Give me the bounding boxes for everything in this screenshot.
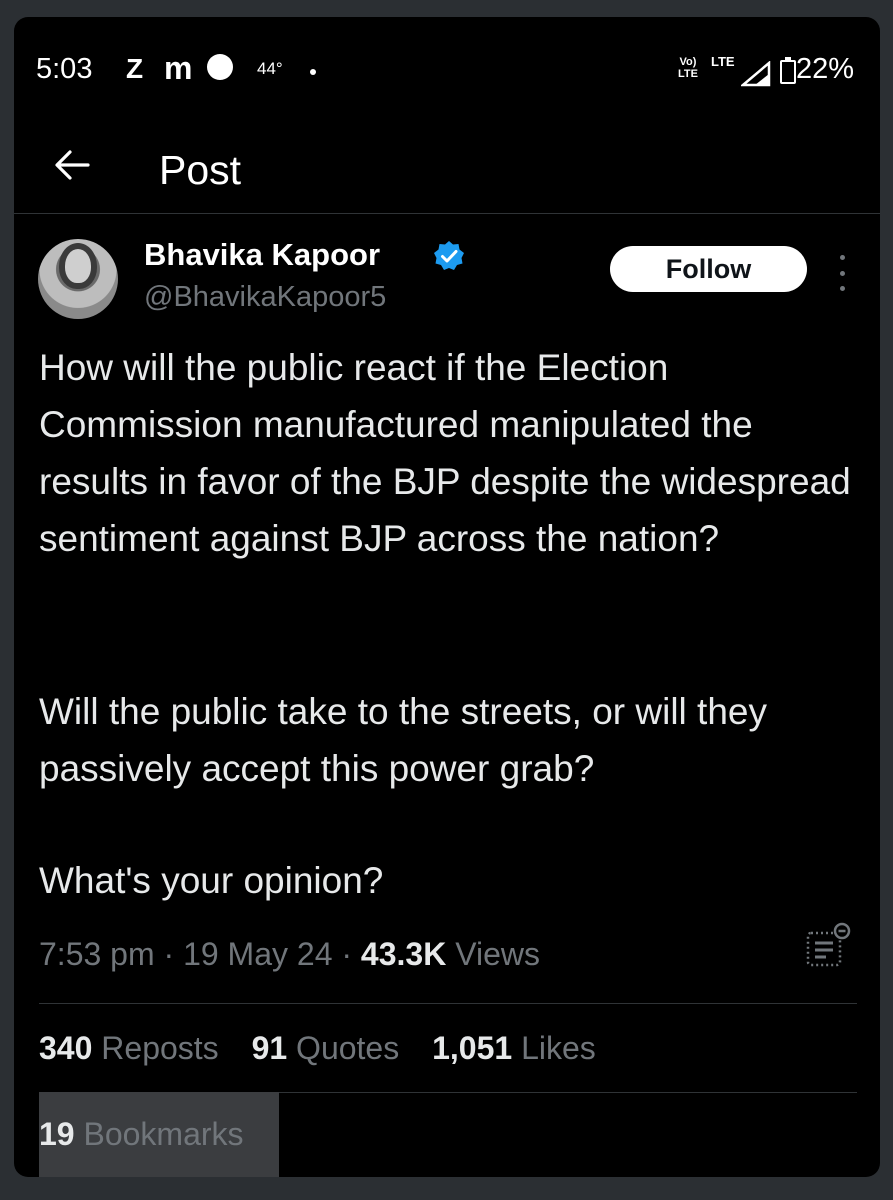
messenger-notification-icon: m (164, 50, 193, 86)
likes-count: 1,051 (432, 1030, 513, 1066)
header-divider (14, 213, 880, 214)
reposts-label: Reposts (101, 1030, 219, 1066)
battery-percent: 22% (796, 53, 855, 85)
avatar[interactable] (38, 239, 118, 319)
post-text-paragraph: What's your opinion? (39, 860, 384, 901)
status-temperature: 44° (257, 59, 283, 78)
quotes-label: Quotes (296, 1030, 400, 1066)
likes-label: Likes (521, 1030, 596, 1066)
post-text-paragraph: Will the public take to the streets, or … (39, 691, 767, 789)
likes-stat[interactable]: 1,051 Likes (432, 1030, 596, 1066)
page-title: Post (159, 147, 242, 193)
author-handle[interactable]: @BhavikaKapoor5 (144, 281, 386, 314)
post-header: Post (14, 127, 880, 213)
signal-icon (741, 61, 771, 87)
notification-dot-icon (207, 54, 233, 80)
post-analytics-icon[interactable] (804, 919, 852, 971)
bookmarks-count: 19 (39, 1116, 75, 1152)
engagement-stats: 340 Reposts 91 Quotes 1,051 Likes (39, 1030, 620, 1067)
reposts-count: 340 (39, 1030, 93, 1066)
post-metadata: 7:53 pm · 19 May 24 · 43.3K Views (39, 936, 540, 972)
more-options-icon[interactable] (832, 255, 852, 291)
reposts-stat[interactable]: 340 Reposts (39, 1030, 219, 1066)
views-count: 43.3K (360, 936, 447, 972)
quotes-stat[interactable]: 91 Quotes (252, 1030, 400, 1066)
divider (39, 1003, 857, 1004)
author-name[interactable]: Bhavika Kapoor (144, 237, 380, 273)
lte-label: LTE (711, 54, 735, 69)
zomato-notification-icon: Z (126, 53, 144, 84)
bookmarks-stat[interactable]: 19 Bookmarks (39, 1092, 279, 1177)
follow-button[interactable]: Follow (610, 246, 807, 292)
battery-icon (780, 57, 796, 84)
more-notifications-icon (310, 69, 316, 75)
views-label: Views (455, 936, 540, 972)
bookmarks-label: Bookmarks (83, 1116, 244, 1152)
arrow-left-icon[interactable] (50, 143, 94, 187)
quotes-count: 91 (251, 1030, 288, 1066)
status-bar: 5:03 Z m 44° Vo) LTE LTE 22% (14, 17, 880, 117)
post-time[interactable]: 7:53 pm (39, 936, 155, 972)
phone-screen: 5:03 Z m 44° Vo) LTE LTE 22% Post Bhavika… (14, 17, 880, 1177)
post-text-paragraph: How will the public react if the Electio… (39, 347, 851, 559)
verified-badge-icon (434, 241, 464, 270)
post-date[interactable]: 19 May 24 (183, 936, 332, 972)
status-time: 5:03 (36, 53, 93, 85)
volte-icon: Vo) LTE (678, 56, 698, 80)
